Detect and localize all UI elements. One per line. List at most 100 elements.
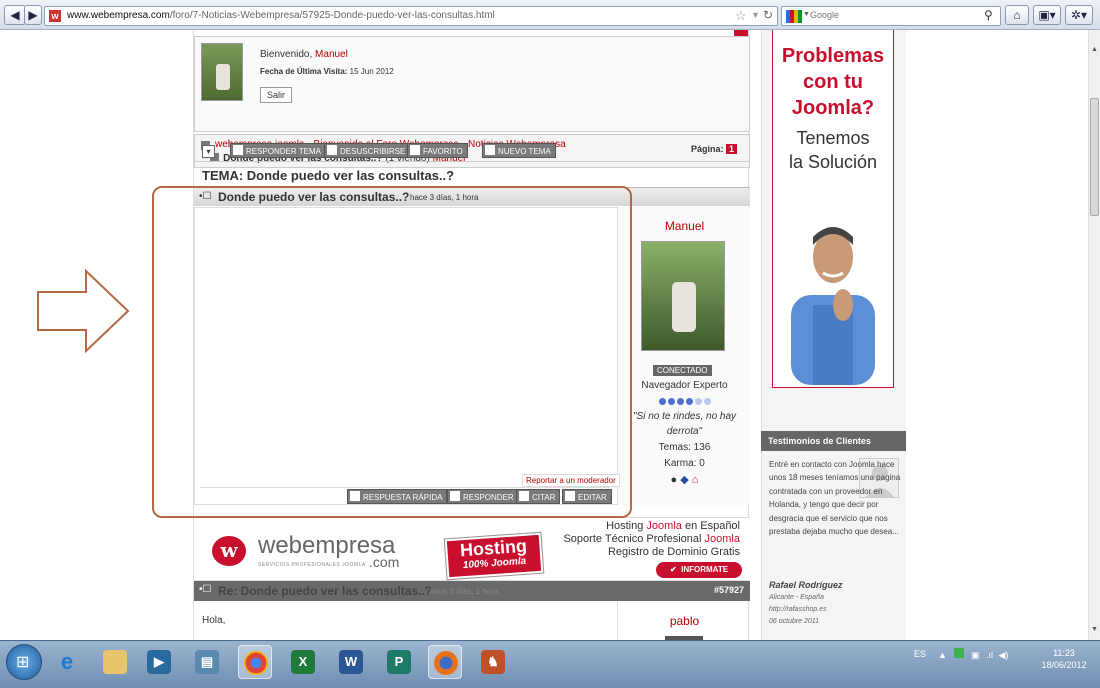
author-signature-line1: "Si no te rindes, no hay — [632, 411, 737, 422]
ad-headline: Problemas con tu Joomla? — [781, 45, 885, 119]
informate-button[interactable]: ✔ INFORMATE — [656, 562, 742, 578]
testimonial-text: Entré en contacto con Joomla hace unos 1… — [769, 460, 901, 537]
user-welcome-box: Bienvenido, Manuel Fecha de Última Visit… — [194, 36, 750, 132]
post-author-panel: Manuel CONECTADO Navegador Experto "Si n… — [617, 207, 750, 505]
taskbar-publisher[interactable]: P — [382, 645, 416, 679]
new-topic-button[interactable]: NUEVO TEMA — [482, 143, 556, 158]
internet-explorer-icon: e — [60, 649, 74, 674]
tray-icons[interactable]: ▲ ▣ .ıl ◀) — [938, 648, 1008, 661]
forward-button[interactable]: ▶ — [24, 5, 42, 25]
chrome-icon — [244, 651, 268, 675]
badge-icon[interactable]: ◆ — [680, 474, 688, 486]
reply-topic-button[interactable]: RESPONDER TEMA — [230, 143, 326, 158]
author-avatar[interactable] — [641, 241, 725, 351]
plus-icon — [485, 145, 495, 155]
search-bar[interactable]: ▼ Google ⚲ — [781, 6, 1001, 26]
reply-bullet-icon: •☐ — [199, 584, 212, 595]
taskbar-network[interactable]: ▤ — [190, 645, 224, 679]
testimonials-heading: Testimonios de Clientes — [761, 431, 906, 451]
reply-author-panel: pablo — [617, 602, 750, 642]
home-button[interactable]: ⌂ — [1005, 5, 1029, 25]
network-icon: ▤ — [195, 650, 219, 674]
author-karma: Karma: 0 — [664, 458, 705, 469]
back-button[interactable]: ◀ — [4, 5, 26, 25]
search-icon[interactable]: ⚲ — [984, 8, 993, 22]
dropdown-arrow-icon[interactable]: ▼ — [751, 10, 760, 20]
username-link[interactable]: Manuel — [315, 49, 348, 60]
site-favicon: w — [49, 10, 61, 22]
joomla-ad-banner[interactable]: Problemas con tu Joomla? Tenemos la Solució… — [772, 30, 894, 388]
media-player-icon: ▶ — [147, 650, 171, 674]
language-indicator[interactable]: ES — [914, 649, 926, 659]
bookmarks-menu-button[interactable]: ▣▾ — [1033, 5, 1061, 25]
hosting-banner[interactable]: w webempresa SERVICIOS PROFESIONALES JOO… — [194, 517, 750, 581]
app-icon: ♞ — [481, 650, 505, 674]
start-button[interactable]: ⊞ — [6, 644, 42, 680]
taskbar-explorer[interactable] — [98, 645, 132, 679]
taskbar-excel[interactable]: X — [286, 645, 320, 679]
publisher-icon: P — [387, 650, 411, 674]
taskbar-app[interactable]: ♞ — [476, 645, 510, 679]
system-clock[interactable]: 11:23 18/06/2012 — [1034, 647, 1094, 671]
scroll-thumb[interactable] — [1090, 98, 1099, 216]
firefox-icon — [434, 651, 458, 675]
taskbar-ie[interactable]: e — [50, 645, 84, 679]
search-placeholder[interactable]: Google — [810, 10, 839, 20]
scroll-up-icon[interactable]: ▲ — [1091, 46, 1098, 53]
collapse-dropdown-icon[interactable]: ▾ — [202, 145, 215, 158]
tray-app-icon — [954, 648, 965, 658]
address-bar[interactable]: w www.webempresa.com/foro/7-Noticias-Web… — [44, 6, 778, 26]
reply-header: •☐ Re: Donde puedo ver las consultas..? … — [194, 581, 750, 601]
reply-time: hace 3 días, 1 hora — [430, 587, 499, 596]
reply-body: Hola, — [202, 615, 226, 626]
profile-icon[interactable]: ● — [671, 474, 678, 486]
logout-button[interactable]: Salir — [260, 87, 293, 103]
rank-dots — [618, 397, 751, 408]
arrow-annotation-icon — [37, 268, 130, 354]
back-icon: ◀ — [10, 8, 20, 22]
testimonial-author: Rafael Rodríguez — [769, 580, 843, 590]
pagination: Página: 1 — [691, 144, 738, 154]
folder-icon — [103, 650, 127, 674]
windows-logo-icon: ⊞ — [16, 654, 30, 671]
favorite-button[interactable]: FAVORITO — [407, 143, 468, 158]
tools-icon: ✲▾ — [1070, 8, 1088, 22]
businessman-image — [791, 227, 875, 385]
volume-icon: ◀) — [998, 650, 1009, 660]
word-icon: W — [339, 650, 363, 674]
show-hidden-icons-icon: ▲ — [938, 650, 947, 660]
taskbar-chrome[interactable] — [238, 645, 272, 679]
url-text[interactable]: www.webempresa.com/foro/7-Noticias-Webem… — [67, 10, 495, 21]
testimonial-date: 06 octubre 2011 — [769, 618, 820, 625]
author-topics: Temas: 136 — [658, 442, 711, 453]
welcome-line: Bienvenido, Manuel — [260, 49, 348, 60]
page-number[interactable]: 1 — [726, 144, 738, 154]
bookmarks-icon: ▣▾ — [1038, 8, 1056, 22]
status-badge: CONECTADO — [653, 365, 712, 376]
unsubscribe-button[interactable]: DESUSCRIBIRSE — [324, 143, 411, 158]
search-engine-dropdown-icon[interactable]: ▼ — [803, 11, 810, 18]
ad-subline: Tenemos la Solución — [788, 128, 878, 172]
reply-author-name[interactable]: pablo — [618, 614, 751, 628]
testimonial-location: Alicante - España — [769, 594, 824, 601]
taskbar-media[interactable]: ▶ — [142, 645, 176, 679]
last-visit: Fecha de Última Visita: 15 Jun 2012 — [260, 67, 394, 76]
google-icon[interactable] — [786, 10, 802, 23]
user-avatar[interactable] — [201, 43, 243, 101]
reply-subject[interactable]: Re: Donde puedo ver las consultas..? — [218, 584, 432, 598]
reload-icon[interactable]: ↻ — [763, 8, 773, 22]
signal-icon: .ıl — [985, 650, 993, 660]
bookmark-star-icon[interactable]: ☆ — [735, 8, 747, 24]
reply-icon — [233, 145, 243, 155]
scroll-down-icon[interactable]: ▼ — [1091, 626, 1098, 633]
author-rank: Navegador Experto — [641, 380, 728, 391]
author-name[interactable]: Manuel — [618, 219, 751, 233]
reply-id[interactable]: #57927 — [714, 585, 744, 595]
testimonial-site[interactable]: http://rafasshop.es — [769, 606, 827, 613]
website-icon[interactable]: ⌂ — [692, 474, 699, 486]
tools-menu-button[interactable]: ✲▾ — [1065, 5, 1093, 25]
excel-icon: X — [291, 650, 315, 674]
author-icons: ● ◆ ⌂ — [618, 473, 751, 486]
taskbar-word[interactable]: W — [334, 645, 368, 679]
taskbar-firefox[interactable] — [428, 645, 462, 679]
